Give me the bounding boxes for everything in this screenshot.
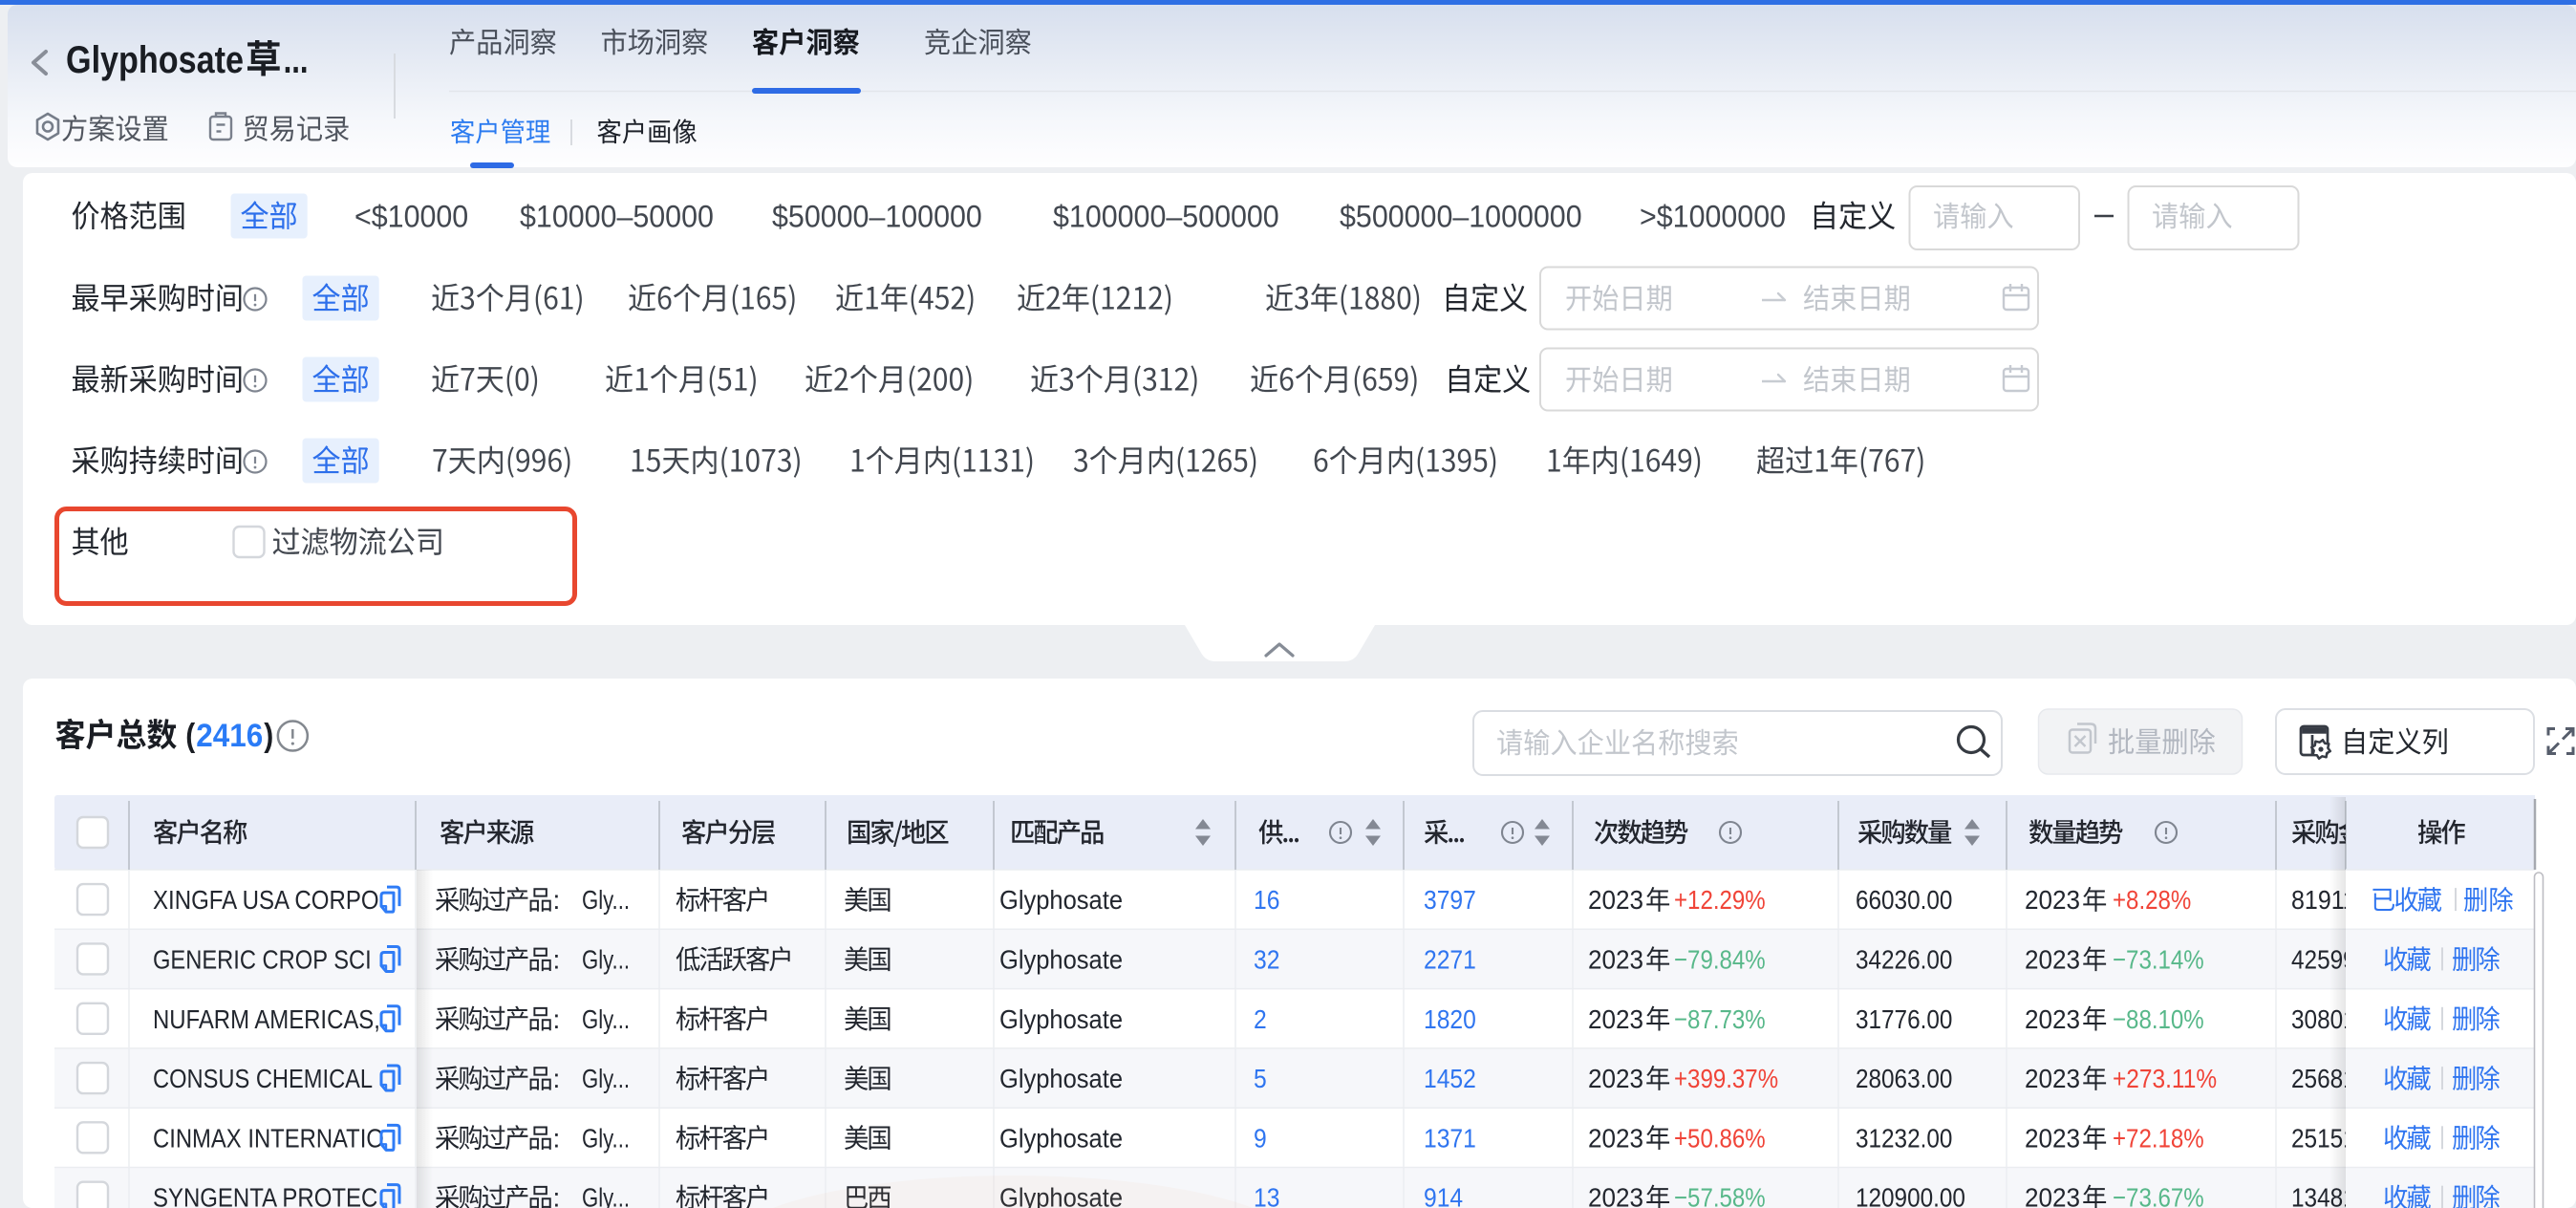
- svg-text:...: ...: [284, 39, 309, 81]
- svg-text:(: (: [185, 718, 196, 754]
- svg-text::: :: [553, 1064, 561, 1093]
- svg-text::: :: [553, 1004, 561, 1034]
- svg-text:5: 5: [1254, 1064, 1267, 1093]
- svg-text:Gly...: Gly...: [582, 1183, 630, 1208]
- svg-text:2023: 2023: [1588, 1004, 1643, 1034]
- svg-text:GENERIC CROP SCI: GENERIC CROP SCI: [153, 944, 372, 974]
- svg-text:Glyphosate: Glyphosate: [999, 1004, 1123, 1034]
- svg-text:Glyphosate: Glyphosate: [999, 1123, 1123, 1153]
- svg-text:2023: 2023: [1588, 885, 1643, 915]
- svg-text:Glyphosate: Glyphosate: [66, 39, 244, 81]
- svg-text:$10000–50000: $10000–50000: [520, 200, 714, 234]
- svg-text:2023: 2023: [2025, 1064, 2080, 1093]
- svg-text:$500000–1000000: $500000–1000000: [1340, 200, 1582, 234]
- svg-text:Gly...: Gly...: [582, 1004, 630, 1034]
- svg-text:2023: 2023: [2025, 1004, 2080, 1034]
- svg-text:CONSUS CHEMICAL: CONSUS CHEMICAL: [153, 1064, 373, 1093]
- svg-text:Gly...: Gly...: [582, 1123, 630, 1153]
- svg-text:Gly...: Gly...: [582, 1064, 630, 1093]
- svg-text::: :: [553, 885, 561, 915]
- svg-text:28063.00: 28063.00: [1856, 1064, 1952, 1093]
- svg-text:Glyphosate: Glyphosate: [999, 1064, 1123, 1093]
- svg-text:3797: 3797: [1424, 885, 1476, 915]
- svg-text:−73.67%: −73.67%: [2113, 1183, 2204, 1208]
- svg-text:914: 914: [1424, 1183, 1463, 1208]
- svg-text:>$1000000: >$1000000: [1640, 200, 1786, 234]
- svg-text:1820: 1820: [1424, 1004, 1476, 1034]
- svg-text:SYNGENTA PROTEC: SYNGENTA PROTEC: [153, 1183, 377, 1208]
- svg-text:XINGFA USA CORPO: XINGFA USA CORPO: [153, 885, 379, 915]
- svg-text:16: 16: [1254, 885, 1279, 915]
- svg-text:+399.37%: +399.37%: [1674, 1064, 1778, 1093]
- svg-text:+8.28%: +8.28%: [2113, 885, 2191, 915]
- svg-text:2023: 2023: [1588, 1064, 1643, 1093]
- svg-text:2023: 2023: [2025, 1123, 2080, 1153]
- svg-text:−79.84%: −79.84%: [1674, 944, 1766, 974]
- svg-text:$100000–500000: $100000–500000: [1053, 200, 1279, 234]
- svg-text:CINMAX INTERNATIO: CINMAX INTERNATIO: [153, 1123, 384, 1153]
- svg-text:+273.11%: +273.11%: [2113, 1064, 2217, 1093]
- svg-text:13: 13: [1254, 1183, 1279, 1208]
- svg-text:+50.86%: +50.86%: [1674, 1123, 1766, 1153]
- svg-text:1371: 1371: [1424, 1123, 1476, 1153]
- svg-text:Gly...: Gly...: [582, 944, 630, 974]
- svg-text:31232.00: 31232.00: [1856, 1123, 1952, 1153]
- svg-text:1452: 1452: [1424, 1064, 1476, 1093]
- svg-text:2: 2: [1254, 1004, 1267, 1034]
- svg-text:2023: 2023: [2025, 1183, 2080, 1208]
- svg-text:$50000–100000: $50000–100000: [772, 200, 982, 234]
- svg-text::: :: [553, 944, 561, 974]
- svg-text:120900.00: 120900.00: [1856, 1183, 1965, 1208]
- svg-text:+72.18%: +72.18%: [2113, 1123, 2204, 1153]
- svg-text:Glyphosate: Glyphosate: [999, 944, 1123, 974]
- svg-text:32: 32: [1254, 944, 1279, 974]
- svg-text:−57.58%: −57.58%: [1674, 1183, 1766, 1208]
- svg-text:2271: 2271: [1424, 944, 1476, 974]
- svg-text:Gly...: Gly...: [582, 885, 630, 915]
- svg-text:NUFARM AMERICAS,: NUFARM AMERICAS,: [153, 1004, 380, 1034]
- svg-text:9: 9: [1254, 1123, 1267, 1153]
- svg-text:66030.00: 66030.00: [1856, 885, 1952, 915]
- svg-text:): ): [264, 718, 273, 754]
- svg-text:2023: 2023: [1588, 1183, 1643, 1208]
- svg-text:31776.00: 31776.00: [1856, 1004, 1952, 1034]
- svg-text:−88.10%: −88.10%: [2113, 1004, 2204, 1034]
- svg-text:+12.29%: +12.29%: [1674, 885, 1766, 915]
- svg-text:2023: 2023: [2025, 885, 2080, 915]
- svg-text:−73.14%: −73.14%: [2113, 944, 2204, 974]
- svg-text:2023: 2023: [1588, 1123, 1643, 1153]
- svg-text:34226.00: 34226.00: [1856, 944, 1952, 974]
- svg-text:2023: 2023: [1588, 944, 1643, 974]
- svg-text::: :: [553, 1183, 561, 1208]
- svg-text::: :: [553, 1123, 561, 1153]
- svg-text:2023: 2023: [2025, 944, 2080, 974]
- svg-text:<$10000: <$10000: [354, 200, 468, 234]
- svg-text:Glyphosate: Glyphosate: [999, 885, 1123, 915]
- svg-text:2416: 2416: [196, 718, 263, 754]
- svg-text:−87.73%: −87.73%: [1674, 1004, 1766, 1034]
